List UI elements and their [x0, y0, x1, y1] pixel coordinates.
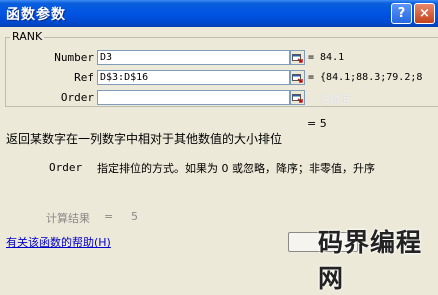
help-button[interactable]: ?: [391, 3, 412, 24]
ref-result: = {84.1;88.3;79.2;8: [308, 72, 423, 83]
ref-collapse-button[interactable]: [290, 70, 305, 85]
calc-result-equals: =: [104, 210, 114, 223]
order-field[interactable]: [97, 90, 290, 105]
title-bar: 函数参数 ? ×: [0, 0, 438, 27]
number-field[interactable]: D3: [97, 50, 290, 65]
function-name-label: RANK: [10, 30, 45, 43]
function-help-link[interactable]: 有关该函数的帮助(H): [6, 234, 111, 250]
number-result: = 84.1: [308, 52, 345, 63]
calc-result-value: 5: [131, 210, 138, 223]
ref-label: Ref: [74, 71, 94, 84]
dialog-title: 函数参数: [6, 7, 66, 23]
arg-help-name: Order: [49, 161, 83, 174]
number-collapse-button[interactable]: [290, 50, 305, 65]
order-collapse-button[interactable]: [290, 90, 305, 105]
collapse-dialog-icon: [292, 94, 303, 103]
collapse-dialog-icon: [292, 74, 303, 83]
site-watermark: 码界编程网: [318, 228, 423, 293]
formula-result: = 5: [307, 117, 327, 130]
collapse-dialog-icon: [292, 54, 303, 63]
close-button[interactable]: ×: [414, 3, 435, 24]
order-label: Order: [60, 91, 94, 104]
number-label: Number: [54, 51, 94, 64]
order-result: = 逻辑值: [308, 95, 351, 106]
function-description: 返回某数字在一列数字中相对于其他数值的大小排位: [6, 132, 283, 146]
calc-result-label: 计算结果: [46, 212, 90, 225]
ref-field[interactable]: D$3:D$16: [97, 70, 290, 85]
arg-help-text: 指定排位的方式。如果为 0 或忽略，降序；非零值，升序: [97, 162, 375, 175]
